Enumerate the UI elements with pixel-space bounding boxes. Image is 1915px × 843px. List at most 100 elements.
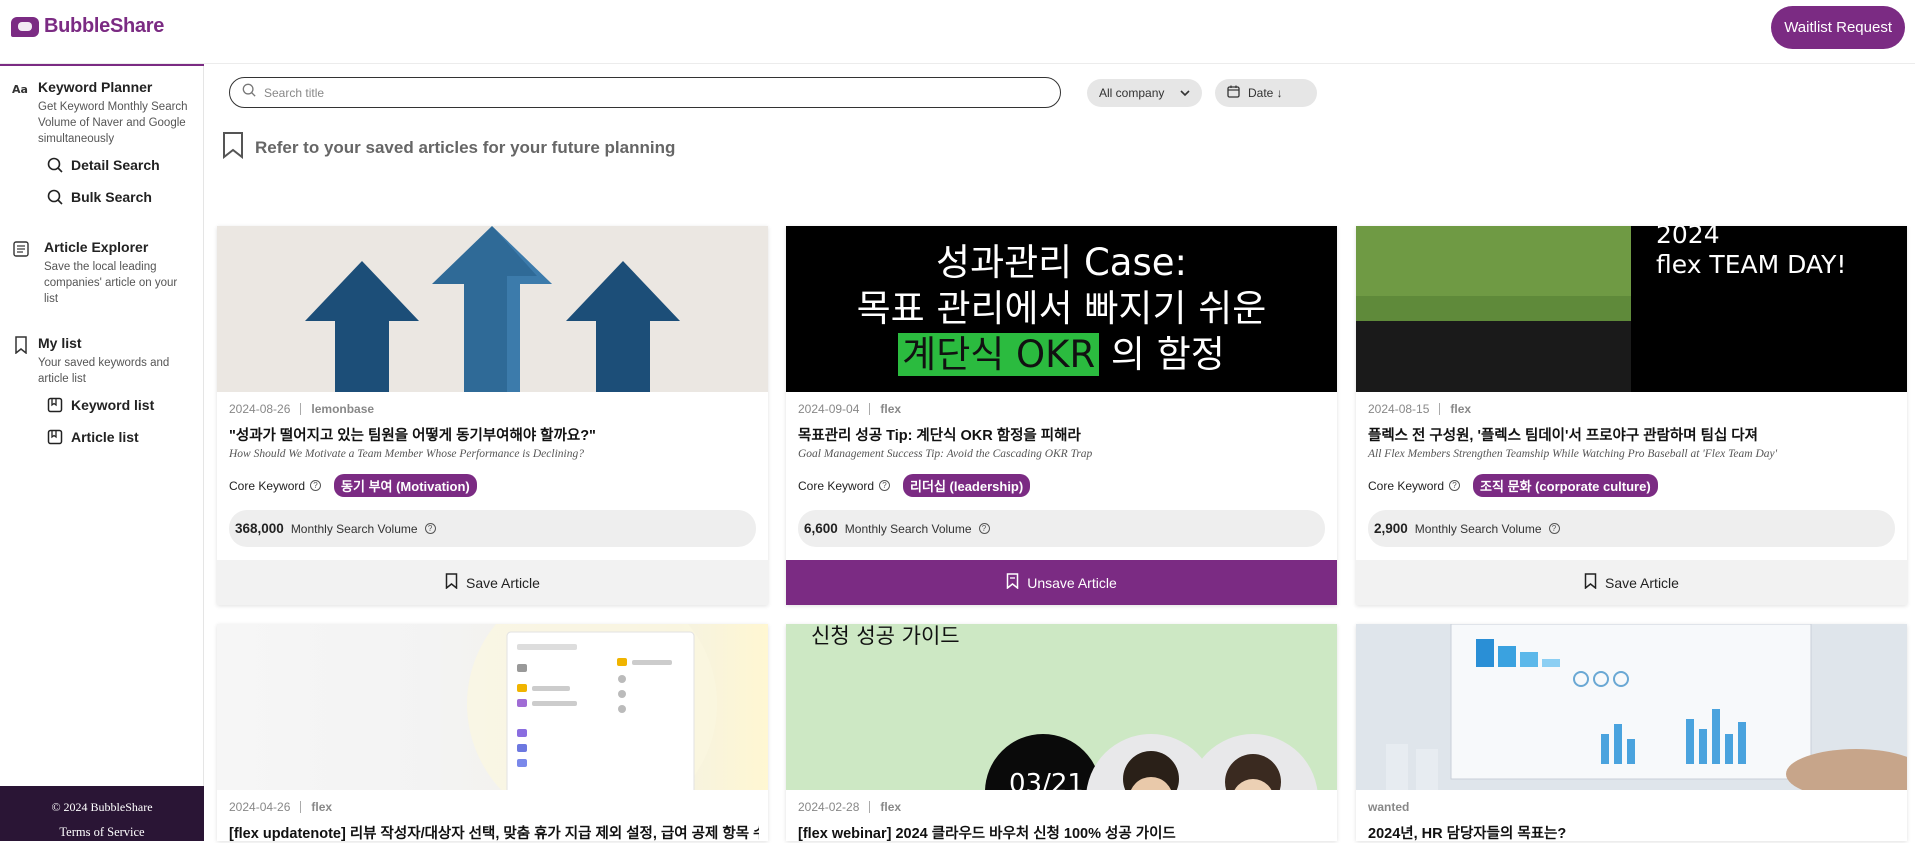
help-icon[interactable]: ?	[310, 480, 322, 491]
article-subtitle: Goal Management Success Tip: Avoid the C…	[798, 448, 1093, 460]
sidebar-item-bulk-search[interactable]: Bulk Search	[47, 189, 152, 205]
article-title[interactable]: "성과가 떨어지고 있는 팀원을 어떻게 동기부여해야 할까요?"	[229, 424, 759, 445]
article-company: lemonbase	[311, 402, 375, 416]
unsave-article-button[interactable]: Unsave Article	[786, 560, 1337, 605]
save-article-button[interactable]: Save Article	[1356, 560, 1907, 605]
article-date: 2024-09-04	[798, 402, 860, 416]
keyword-badge: 동기 부여 (Motivation)	[334, 474, 477, 497]
thumbnail-text-line: 2024	[1656, 226, 1720, 249]
save-article-button[interactable]: Save Article	[217, 560, 768, 605]
sidebar-my-list[interactable]: My list Your saved keywords and article …	[12, 334, 187, 387]
article-card[interactable]: 성과관리 Case: 목표 관리에서 빠지기 쉬운 계단식 OKR 의 함정 2…	[786, 226, 1337, 605]
search-icon	[47, 189, 63, 205]
article-card[interactable]: 2024 flex TEAM DAY! 2024-08-15 flex 플렉스 …	[1356, 226, 1907, 605]
article-company: flex	[880, 800, 902, 814]
sidebar-item-keyword-list[interactable]: Keyword list	[47, 397, 154, 413]
article-company: flex	[311, 800, 333, 814]
article-company: flex	[880, 402, 902, 416]
chevron-down-icon	[1180, 86, 1190, 100]
thumbnail-text-line: flex TEAM DAY!	[1656, 250, 1847, 279]
keyword-badge: 리더십 (leadership)	[903, 474, 1031, 497]
help-icon[interactable]: ?	[424, 523, 436, 534]
core-keyword-label: Core Keyword	[798, 478, 875, 493]
unsave-article-label: Unsave Article	[1027, 574, 1117, 591]
article-title[interactable]: 플렉스 전 구성원, '플렉스 팀데이'서 프로야구 관람하며 팀십 다져	[1368, 424, 1898, 445]
keyword-planner-title: Keyword Planner	[38, 79, 153, 95]
sidebar-accent-bar	[0, 64, 204, 66]
article-meta: wanted	[1368, 800, 1409, 814]
article-meta: 2024-08-15 flex	[1368, 402, 1471, 416]
article-meta: 2024-02-28 flex	[798, 800, 901, 814]
help-icon[interactable]: ?	[1449, 480, 1461, 491]
sidebar-keyword-planner[interactable]: Aa Keyword Planner Get Keyword Monthly S…	[12, 78, 192, 147]
search-volume-bar: 368,000 Monthly Search Volume ?	[229, 510, 756, 547]
thumbnail-text-line: 계단식 OKR 의 함정	[786, 332, 1337, 378]
search-icon	[47, 157, 63, 173]
search-input[interactable]	[264, 85, 1060, 100]
search-bar[interactable]	[229, 77, 1061, 108]
bookmark-icon	[221, 131, 245, 164]
article-explorer-title: Article Explorer	[44, 239, 149, 255]
company-filter-dropdown[interactable]: All company	[1087, 79, 1202, 107]
article-title[interactable]: 2024년, HR 담당자들의 목표는?	[1368, 822, 1898, 843]
search-volume-value: 368,000	[235, 521, 284, 536]
help-icon[interactable]: ?	[978, 523, 990, 534]
article-thumbnail: 신청 성공 가이드 03/21	[786, 624, 1337, 790]
help-icon[interactable]: ?	[879, 480, 891, 491]
detail-search-label: Detail Search	[71, 157, 160, 173]
bookmark-icon	[1584, 573, 1597, 592]
top-header: BubbleShare Waitlist Request	[0, 0, 1915, 64]
search-volume-bar: 6,600 Monthly Search Volume ?	[798, 510, 1325, 547]
article-meta: 2024-09-04 flex	[798, 402, 901, 416]
thumbnail-text-line: 성과관리 Case:	[936, 241, 1187, 284]
article-thumbnail: 2024 flex TEAM DAY!	[1356, 226, 1907, 392]
article-card[interactable]: 2024-08-26 lemonbase "성과가 떨어지고 있는 팀원을 어떻…	[217, 226, 768, 605]
logo[interactable]: BubbleShare	[11, 15, 164, 38]
article-meta: 2024-08-26 lemonbase	[229, 402, 374, 416]
article-thumbnail	[217, 226, 768, 392]
article-card[interactable]: wanted 2024년, HR 담당자들의 목표는?	[1356, 624, 1907, 843]
date-sort-button[interactable]: Date ↓	[1215, 79, 1317, 107]
search-icon	[242, 83, 256, 102]
core-keyword-label: Core Keyword	[229, 478, 306, 493]
article-card[interactable]: 신청 성공 가이드 03/21 2024-02-28 flex [flex we…	[786, 624, 1337, 843]
sidebar-item-detail-search[interactable]: Detail Search	[47, 157, 160, 173]
date-sort-label: Date ↓	[1248, 86, 1283, 100]
company-filter-value: All company	[1099, 86, 1165, 100]
thumbnail-highlight: 계단식 OKR	[898, 333, 1100, 376]
article-title[interactable]: [flex updatenote] 리뷰 작성자/대상자 선택, 맞춤 휴가 지…	[229, 822, 759, 843]
article-date: 2024-02-28	[798, 800, 860, 814]
terms-of-service-link[interactable]: Terms of Service	[0, 825, 204, 840]
article-title[interactable]: [flex webinar] 2024 클라우드 바우처 신청 100% 성공 …	[798, 822, 1328, 843]
help-icon[interactable]: ?	[1548, 523, 1560, 534]
my-list-desc: Your saved keywords and article list	[38, 357, 170, 385]
keyword-badge: 조직 문화 (corporate culture)	[1473, 474, 1658, 497]
save-article-label: Save Article	[1605, 574, 1679, 591]
article-subtitle: How Should We Motivate a Team Member Who…	[229, 448, 584, 460]
article-date: 2024-08-26	[229, 402, 291, 416]
article-card[interactable]: 2024-04-26 flex [flex updatenote] 리뷰 작성자…	[217, 624, 768, 843]
logo-text: BubbleShare	[44, 15, 165, 37]
core-keyword-label: Core Keyword	[1368, 478, 1445, 493]
article-explorer-desc: Save the local leading companies' articl…	[44, 261, 178, 305]
bulk-search-label: Bulk Search	[71, 189, 152, 205]
article-company: flex	[1450, 402, 1472, 416]
article-list-label: Article list	[71, 429, 139, 445]
article-thumbnail	[217, 624, 768, 790]
list-icon	[47, 429, 63, 445]
sidebar-item-article-list[interactable]: Article list	[47, 429, 139, 445]
article-thumbnail	[1356, 624, 1907, 790]
logo-bubble-icon	[11, 16, 39, 37]
text-size-icon: Aa	[12, 80, 30, 98]
save-article-label: Save Article	[466, 574, 540, 591]
search-volume-label: Monthly Search Volume	[290, 521, 418, 536]
list-icon	[47, 397, 63, 413]
my-list-title: My list	[38, 335, 82, 351]
search-volume-bar: 2,900 Monthly Search Volume ?	[1368, 510, 1895, 547]
search-volume-value: 6,600	[804, 521, 838, 536]
sidebar-article-explorer[interactable]: Article Explorer Save the local leading …	[12, 238, 187, 307]
bookmark-icon	[1006, 573, 1019, 592]
waitlist-request-button[interactable]: Waitlist Request	[1771, 6, 1905, 49]
article-title[interactable]: 목표관리 성공 Tip: 계단식 OKR 함정을 피해라	[798, 424, 1328, 445]
article-date: 2024-04-26	[229, 800, 291, 814]
